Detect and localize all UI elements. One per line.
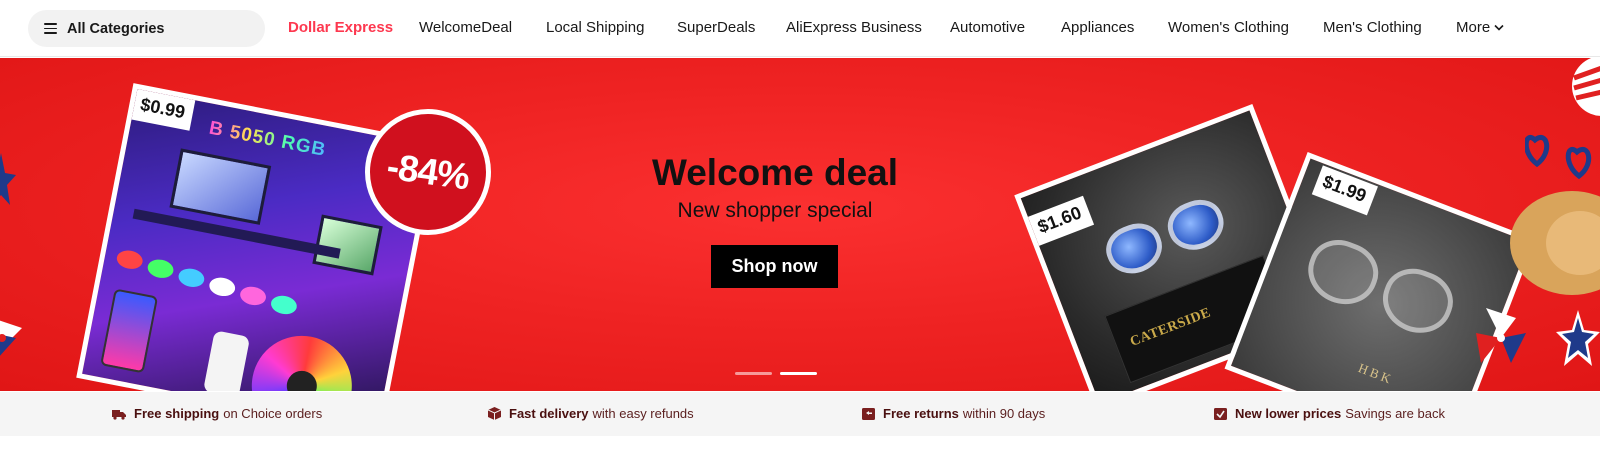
package-icon bbox=[488, 407, 501, 420]
led-light bbox=[207, 275, 237, 299]
top-navigation: All Categories Dollar Express WelcomeDea… bbox=[0, 0, 1600, 57]
benefit-free-returns[interactable]: Free returns within 90 days bbox=[862, 406, 1045, 421]
nav-item-local-shipping[interactable]: Local Shipping bbox=[546, 19, 644, 36]
banner-title: Welcome deal bbox=[651, 152, 899, 193]
benefit-new-lower-prices[interactable]: New lower prices Savings are back bbox=[1214, 406, 1445, 421]
all-categories-label: All Categories bbox=[67, 20, 165, 37]
hero-banner[interactable]: $0.99 B 5050 RGB -84% Welcome deal New s… bbox=[0, 58, 1600, 391]
benefit-bold: Free shipping bbox=[134, 406, 220, 421]
banner-subtitle: New shopper special bbox=[677, 199, 873, 222]
carousel-dot[interactable] bbox=[735, 372, 772, 375]
phone-image bbox=[100, 288, 159, 374]
benefit-bold: Free returns bbox=[883, 406, 959, 421]
benefit-text: Savings are back bbox=[1345, 406, 1445, 421]
return-box-icon bbox=[862, 407, 875, 420]
nav-item-womens-clothing[interactable]: Women's Clothing bbox=[1168, 19, 1289, 36]
led-reel-image bbox=[243, 327, 361, 391]
benefit-bold: New lower prices bbox=[1235, 406, 1342, 421]
shop-now-button[interactable]: Shop now bbox=[711, 245, 838, 288]
remote-image bbox=[202, 330, 251, 391]
benefit-fast-delivery[interactable]: Fast delivery with easy refunds bbox=[488, 406, 694, 421]
price-tag-icon bbox=[1214, 407, 1227, 420]
carousel-indicator bbox=[735, 372, 817, 375]
nav-item-appliances[interactable]: Appliances bbox=[1061, 19, 1134, 36]
benefit-free-shipping[interactable]: Free shipping on Choice orders bbox=[112, 406, 322, 421]
benefit-text: within 90 days bbox=[962, 406, 1046, 421]
benefit-text: on Choice orders bbox=[223, 406, 323, 421]
led-light bbox=[269, 293, 299, 317]
pinwheel-decoration-icon bbox=[0, 320, 22, 356]
benefits-bar: Free shipping on Choice orders Fast deli… bbox=[0, 392, 1600, 436]
glasses-lens bbox=[1099, 216, 1170, 282]
led-light bbox=[238, 284, 268, 308]
nav-item-superdeals[interactable]: SuperDeals bbox=[677, 19, 755, 36]
star-decoration-icon bbox=[0, 153, 16, 205]
product-label: B 5050 RGB bbox=[207, 117, 328, 161]
monitor-image bbox=[169, 148, 272, 225]
menu-icon bbox=[44, 23, 57, 34]
price-tag: $1.60 bbox=[1027, 195, 1095, 246]
star-decoration-icon bbox=[1556, 310, 1600, 366]
pinwheel-decoration-icon bbox=[1476, 308, 1526, 363]
benefit-bold: Fast delivery bbox=[509, 406, 589, 421]
nav-item-mens-clothing[interactable]: Men's Clothing bbox=[1323, 19, 1422, 36]
led-light bbox=[176, 266, 206, 290]
brand-label: HBK bbox=[1356, 360, 1396, 388]
glasses-lens bbox=[1373, 259, 1462, 343]
nav-more-label: More bbox=[1456, 19, 1491, 36]
led-light bbox=[146, 257, 176, 281]
truck-icon bbox=[112, 409, 126, 420]
led-light bbox=[115, 248, 145, 272]
carousel-dot-active[interactable] bbox=[780, 372, 817, 375]
nav-more-button[interactable]: More bbox=[1456, 19, 1504, 36]
nav-item-welcomedeal[interactable]: WelcomeDeal bbox=[419, 19, 512, 36]
nav-item-dollar-express[interactable]: Dollar Express bbox=[288, 19, 393, 36]
glasses-lens bbox=[1161, 192, 1231, 258]
straw-hat-decoration-icon bbox=[1510, 191, 1600, 295]
glasses-lens bbox=[1299, 231, 1387, 315]
nav-item-aliexpress-business[interactable]: AliExpress Business bbox=[786, 19, 922, 36]
price-tag: $0.99 bbox=[131, 89, 196, 131]
brand-label: CATERSIDE bbox=[1128, 305, 1214, 350]
nav-item-automotive[interactable]: Automotive bbox=[950, 19, 1025, 36]
flag-hat-decoration-icon bbox=[1572, 58, 1600, 116]
banner-headline: Welcome deal New shopper special bbox=[560, 154, 990, 223]
chevron-down-icon bbox=[1494, 24, 1504, 31]
all-categories-button[interactable]: All Categories bbox=[28, 10, 265, 47]
price-tag: $1.99 bbox=[1311, 165, 1379, 216]
benefit-text: with easy refunds bbox=[592, 406, 694, 421]
